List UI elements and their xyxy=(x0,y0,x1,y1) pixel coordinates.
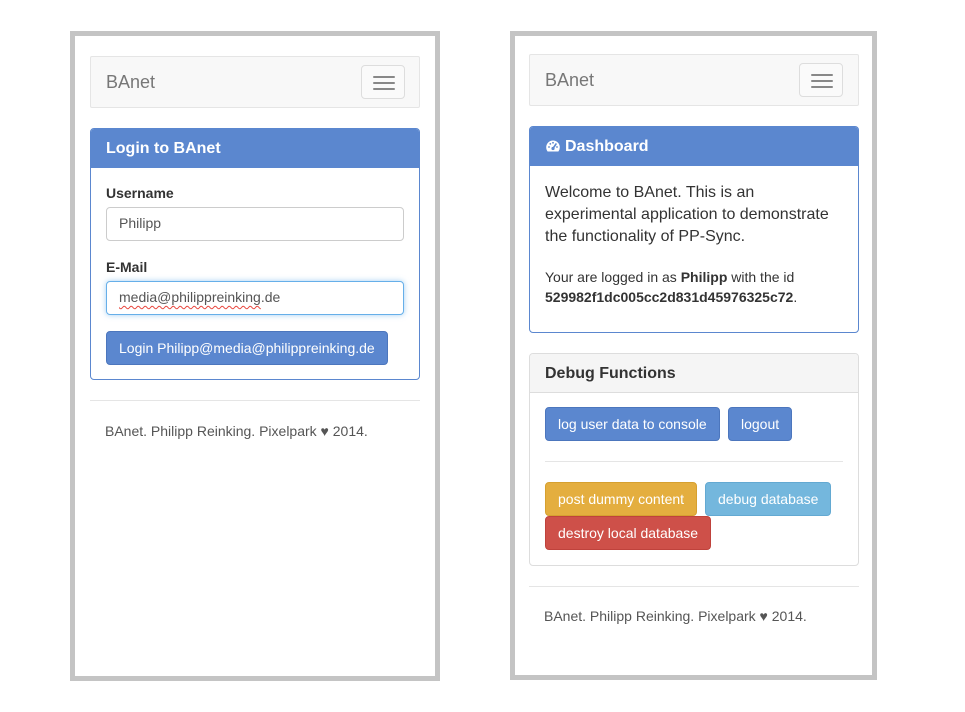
navbar: BAnet xyxy=(90,56,420,108)
email-input[interactable]: media@philippreinking.de xyxy=(106,281,404,315)
footer-divider xyxy=(529,586,859,587)
panel-title: Dashboard xyxy=(565,138,649,155)
debug-panel: Debug Functions log user data to console… xyxy=(529,353,859,566)
log-user-data-button[interactable]: log user data to console xyxy=(545,407,720,441)
login-panel: Login to BAnet Username Philipp E-Mail m… xyxy=(90,128,420,380)
dashboard-screen: BAnet Dashboard Welcome to BAnet. This i xyxy=(510,31,877,680)
hamburger-icon[interactable] xyxy=(799,63,843,97)
user-name: Philipp xyxy=(680,269,728,285)
brand-logo[interactable]: BAnet xyxy=(106,72,155,92)
login-screen: BAnet Login to BAnet Username Philipp E-… xyxy=(70,31,440,681)
email-value-rest: .de xyxy=(260,289,281,305)
dashboard-panel: Dashboard Welcome to BAnet. This is an e… xyxy=(529,126,859,333)
username-label: Username xyxy=(106,185,174,201)
debug-divider xyxy=(545,461,843,462)
email-value-misspelled: media@philippreinking xyxy=(119,289,261,305)
welcome-text: Welcome to BAnet. This is an experimenta… xyxy=(545,184,829,245)
hamburger-icon[interactable] xyxy=(361,65,405,99)
logout-button[interactable]: logout xyxy=(728,407,793,441)
debug-database-button[interactable]: debug database xyxy=(705,482,832,516)
username-input[interactable]: Philipp xyxy=(106,207,404,241)
panel-title: Debug Functions xyxy=(530,354,858,393)
footer-divider xyxy=(90,400,420,401)
footer-text: BAnet. Philipp Reinking. Pixelpark ♥ 201… xyxy=(105,423,368,439)
email-label: E-Mail xyxy=(106,259,148,275)
panel-title: Login to BAnet xyxy=(91,129,419,168)
login-button[interactable]: Login Philipp@media@philippreinking.de xyxy=(106,331,388,365)
post-dummy-content-button[interactable]: post dummy content xyxy=(545,482,698,516)
destroy-local-database-button[interactable]: destroy local database xyxy=(545,516,712,550)
username-value: Philipp xyxy=(119,215,162,231)
navbar: BAnet xyxy=(529,54,859,106)
footer-text: BAnet. Philipp Reinking. Pixelpark ♥ 201… xyxy=(544,608,807,624)
logged-in-prefix: Your are logged in as xyxy=(545,269,677,285)
dashboard-icon xyxy=(545,139,561,159)
panel-title-row: Dashboard xyxy=(530,127,858,166)
login-info: Your are logged in as Philipp with the i… xyxy=(545,267,850,307)
user-id: 529982f1dc005cc2d831d45976325c72 xyxy=(545,289,794,305)
period: . xyxy=(793,289,798,305)
id-prefix: with the id xyxy=(731,269,795,285)
brand-logo[interactable]: BAnet xyxy=(545,70,594,90)
